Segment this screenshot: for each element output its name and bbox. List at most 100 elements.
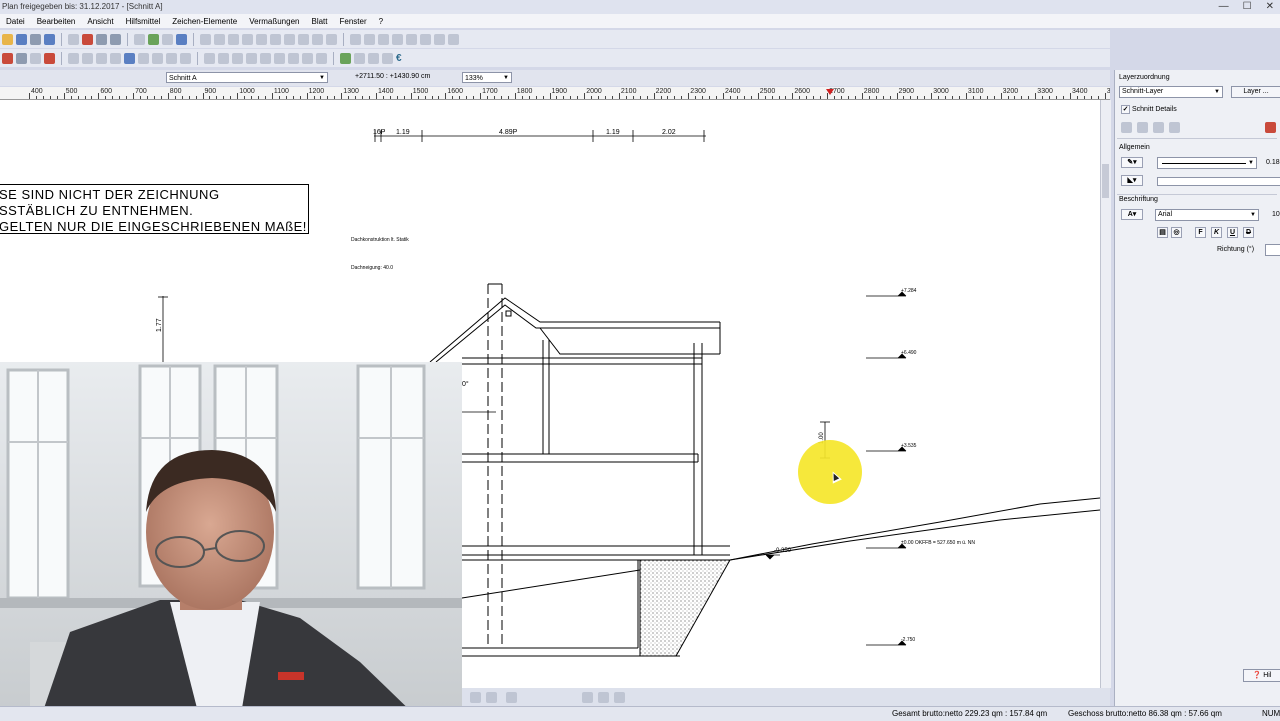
stair-icon[interactable] xyxy=(166,52,177,64)
delete-icon[interactable] xyxy=(1265,122,1276,133)
layer-button[interactable]: Layer ... xyxy=(1231,86,1280,98)
zoom-icon[interactable] xyxy=(96,33,107,45)
tool-icon[interactable] xyxy=(218,52,229,64)
tool-icon[interactable] xyxy=(392,33,403,45)
underline-button[interactable]: U xyxy=(1227,227,1238,238)
italic-button[interactable]: K xyxy=(1211,227,1222,238)
tool-icon[interactable] xyxy=(274,52,285,64)
tool-icon[interactable] xyxy=(470,692,481,703)
redraw-icon[interactable] xyxy=(134,33,145,45)
tool-icon[interactable] xyxy=(406,33,417,45)
tool-icon[interactable] xyxy=(214,33,225,45)
font-select[interactable]: Arial ▼ xyxy=(1155,209,1259,221)
tool-icon[interactable] xyxy=(204,52,215,64)
tool-icon[interactable] xyxy=(354,52,365,64)
tool-icon[interactable] xyxy=(260,52,271,64)
bold-button[interactable]: F xyxy=(1195,227,1206,238)
tool-icon[interactable] xyxy=(242,33,253,45)
minimize-button[interactable]: — xyxy=(1219,1,1229,12)
strikethrough-button[interactable]: D xyxy=(1243,227,1254,238)
tool-icon[interactable] xyxy=(486,692,497,703)
open-folder-icon[interactable] xyxy=(2,33,13,45)
menu-hilfsmittel[interactable]: Hilfsmittel xyxy=(120,17,167,26)
home-icon[interactable] xyxy=(2,52,13,64)
tool-icon[interactable] xyxy=(434,33,445,45)
help-button[interactable]: ❓ Hil xyxy=(1243,669,1280,682)
tool-icon[interactable] xyxy=(270,33,281,45)
tool-icon[interactable] xyxy=(598,692,609,703)
grid-icon[interactable] xyxy=(162,33,173,45)
tool-icon[interactable] xyxy=(420,33,431,45)
details-checkbox[interactable]: ✓ xyxy=(1121,105,1130,114)
close-button[interactable]: ✕ xyxy=(1266,1,1274,12)
view-select[interactable]: Schnitt A ▼ xyxy=(166,72,328,83)
line-style-select[interactable]: ▼ xyxy=(1157,157,1257,169)
tool-icon[interactable] xyxy=(200,33,211,45)
tool-icon[interactable] xyxy=(1169,122,1180,133)
menu-datei[interactable]: Datei xyxy=(0,17,31,26)
page-icon[interactable] xyxy=(68,33,79,45)
tool-icon[interactable] xyxy=(350,33,361,45)
section-icon[interactable] xyxy=(124,52,135,64)
measure-icon[interactable] xyxy=(176,33,187,45)
menu-help[interactable]: ? xyxy=(373,17,389,26)
fill-select[interactable] xyxy=(1157,177,1280,186)
tool-icon[interactable] xyxy=(326,33,337,45)
save-icon[interactable] xyxy=(16,33,27,45)
maximize-button[interactable]: ☐ xyxy=(1243,1,1252,12)
tool-icon[interactable] xyxy=(1153,122,1164,133)
zoom-select[interactable]: 133% ▼ xyxy=(462,72,512,83)
wall-icon[interactable] xyxy=(82,52,93,64)
tool-icon[interactable] xyxy=(288,52,299,64)
target-icon[interactable] xyxy=(340,52,351,64)
wall-icon[interactable] xyxy=(110,52,121,64)
house-icon[interactable] xyxy=(16,52,27,64)
layer-select[interactable]: Schnitt-Layer ▼ xyxy=(1119,86,1223,98)
tool-icon[interactable] xyxy=(232,52,243,64)
tool-icon[interactable] xyxy=(302,52,313,64)
tool-icon[interactable] xyxy=(506,692,517,703)
tool-icon[interactable] xyxy=(378,33,389,45)
floor-icon[interactable] xyxy=(30,52,41,64)
menu-zeichen-elemente[interactable]: Zeichen-Elemente xyxy=(166,17,243,26)
stair-icon[interactable] xyxy=(138,52,149,64)
tool-icon[interactable] xyxy=(256,33,267,45)
menu-ansicht[interactable]: Ansicht xyxy=(81,17,119,26)
print-icon[interactable] xyxy=(30,33,41,45)
tool-icon[interactable] xyxy=(316,52,327,64)
pan-hand-icon[interactable] xyxy=(110,33,121,45)
euro-icon[interactable]: € xyxy=(396,53,402,64)
menu-bearbeiten[interactable]: Bearbeiten xyxy=(31,17,82,26)
tool-icon[interactable] xyxy=(284,33,295,45)
info-icon[interactable] xyxy=(44,33,55,45)
text-color-icon[interactable]: A▾ xyxy=(1121,209,1143,220)
wall-icon[interactable] xyxy=(96,52,107,64)
tool-icon[interactable] xyxy=(228,33,239,45)
fill-icon[interactable]: ◣▾ xyxy=(1121,175,1143,186)
layout-icon[interactable] xyxy=(82,33,93,45)
vertical-scrollbar[interactable] xyxy=(1100,100,1111,688)
tool-icon[interactable] xyxy=(312,33,323,45)
tool-icon[interactable] xyxy=(368,52,379,64)
tool-icon[interactable] xyxy=(382,52,393,64)
roof-icon[interactable] xyxy=(44,52,55,64)
tool-icon[interactable] xyxy=(582,692,593,703)
menu-fenster[interactable]: Fenster xyxy=(334,17,373,26)
pen-icon[interactable]: ✎▾ xyxy=(1121,157,1143,168)
wall-icon[interactable] xyxy=(68,52,79,64)
tool-icon[interactable] xyxy=(298,33,309,45)
align-icon[interactable]: ▤ xyxy=(1157,227,1168,238)
tool-icon[interactable] xyxy=(448,33,459,45)
scrollbar-thumb[interactable] xyxy=(1102,164,1109,198)
tool-icon[interactable] xyxy=(1121,122,1132,133)
stair-icon[interactable] xyxy=(152,52,163,64)
snap-icon[interactable] xyxy=(148,33,159,45)
frame-icon[interactable]: ◎ xyxy=(1171,227,1182,238)
direction-input[interactable] xyxy=(1265,244,1280,256)
menu-blatt[interactable]: Blatt xyxy=(305,17,333,26)
tool-icon[interactable] xyxy=(1137,122,1148,133)
tool-icon[interactable] xyxy=(614,692,625,703)
menu-vermassungen[interactable]: Vermaßungen xyxy=(243,17,305,26)
tool-icon[interactable] xyxy=(364,33,375,45)
stair-icon[interactable] xyxy=(180,52,191,64)
